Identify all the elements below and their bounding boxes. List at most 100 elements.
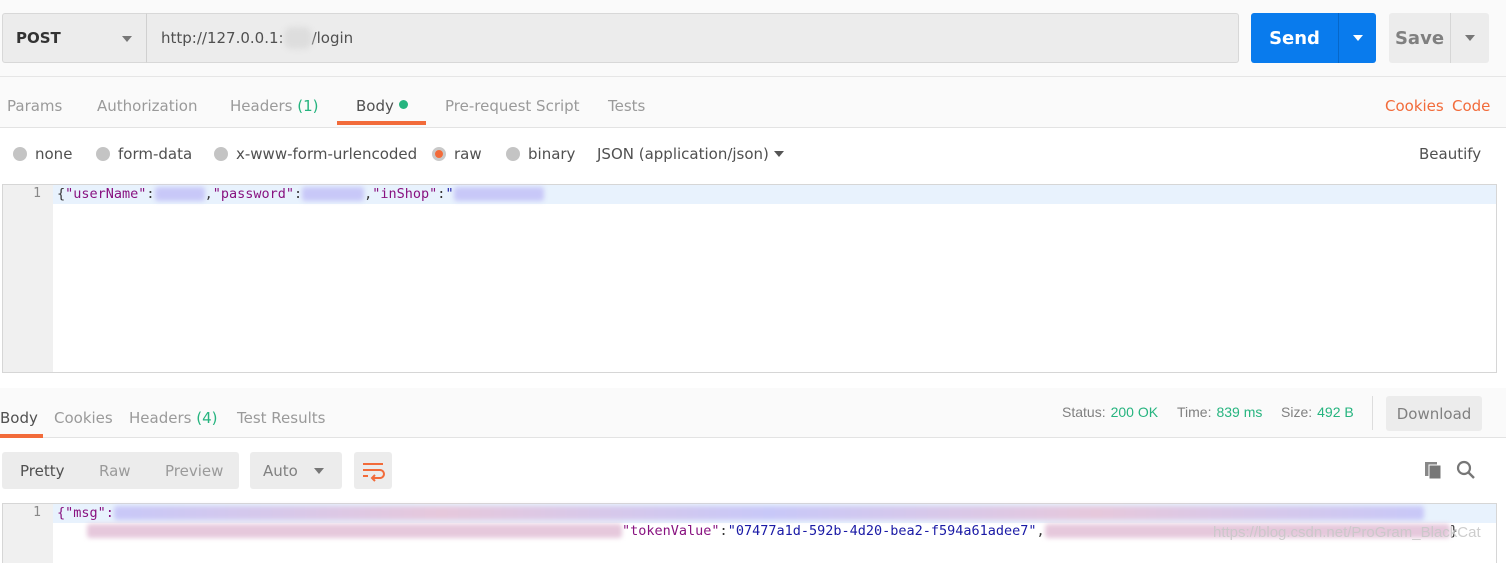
comma: , — [204, 186, 213, 202]
save-options-button[interactable] — [1450, 13, 1489, 63]
radio-icon — [214, 147, 228, 161]
url-prefix: http://127.0.0.1: — [161, 29, 284, 47]
size-label: Size: — [1281, 404, 1313, 420]
view-preview[interactable]: Preview — [165, 462, 223, 480]
send-options-button[interactable] — [1338, 13, 1376, 63]
tab-response-body[interactable]: Body — [0, 409, 38, 427]
request-body-code: {"userName": ,"password": ,"inShop":" — [57, 186, 544, 202]
radio-form-data[interactable]: form-data — [96, 145, 192, 163]
active-tab-underline — [337, 121, 426, 125]
chevron-down-icon — [1353, 35, 1363, 41]
radio-label: x-www-form-urlencoded — [236, 145, 418, 163]
radio-none[interactable]: none — [13, 145, 72, 163]
radio-raw[interactable]: raw — [432, 145, 482, 163]
headers-count: (1) — [297, 97, 319, 115]
tab-response-headers[interactable]: Headers (4) — [129, 409, 217, 427]
redacted-content — [113, 506, 1424, 520]
format-auto-select[interactable]: Auto — [250, 452, 342, 489]
redacted-value — [453, 187, 544, 201]
radio-selected-icon — [432, 147, 446, 161]
tab-pre-request-script[interactable]: Pre-request Script — [445, 97, 580, 115]
redacted-value — [154, 187, 205, 201]
time-value: 839 ms — [1216, 404, 1263, 420]
tab-headers[interactable]: Headers (1) — [230, 97, 318, 115]
json-key: "inShop" — [372, 186, 438, 202]
status-label: Status: — [1062, 404, 1106, 420]
tab-response-cookies[interactable]: Cookies — [54, 409, 113, 427]
time-label: Time: — [1177, 404, 1212, 420]
radio-x-www-form-urlencoded[interactable]: x-www-form-urlencoded — [214, 145, 417, 163]
chevron-down-icon — [314, 468, 324, 474]
format-label: JSON (application/json) — [597, 145, 769, 163]
watermark: https://blog.csdn.net/ProGram_BlackCat — [1213, 524, 1481, 541]
headers-count: (4) — [196, 409, 218, 427]
body-type-row: none form-data x-www-form-urlencoded raw… — [0, 129, 1506, 179]
line-number: 1 — [33, 186, 41, 201]
tab-test-results[interactable]: Test Results — [237, 409, 325, 427]
chevron-down-icon[interactable] — [774, 151, 784, 157]
chevron-down-icon — [122, 36, 132, 42]
tab-tests[interactable]: Tests — [608, 97, 645, 115]
redacted-port — [283, 27, 312, 49]
view-mode-group: Pretty Raw Preview — [2, 452, 239, 489]
url-suffix: /login — [311, 29, 354, 47]
json-key: "userName" — [65, 186, 147, 202]
tab-params[interactable]: Params — [7, 97, 62, 115]
tab-body-label: Body — [356, 97, 394, 115]
radio-icon — [506, 147, 520, 161]
radio-label: none — [35, 145, 73, 163]
tab-headers-label: Headers — [230, 97, 293, 115]
redacted-content — [87, 524, 622, 538]
radio-icon — [96, 147, 110, 161]
search-icon[interactable] — [1456, 460, 1476, 480]
response-bar: Body Cookies Headers (4) Test Results St… — [0, 388, 1506, 438]
tab-authorization[interactable]: Authorization — [97, 97, 197, 115]
brace: { — [57, 186, 66, 202]
wrap-icon — [363, 463, 385, 482]
token-value: "07477a1d-592b-4d20-bea2-f594a61adee7" — [727, 523, 1037, 539]
request-tabs: Params Authorization Headers (1) Body Pr… — [0, 77, 1506, 128]
send-button[interactable]: Send — [1251, 13, 1376, 63]
active-tab-underline — [0, 434, 43, 438]
colon: : — [293, 186, 303, 202]
code-link[interactable]: Code — [1452, 97, 1490, 115]
radio-icon — [13, 147, 27, 161]
beautify-button[interactable]: Beautify — [1419, 145, 1481, 163]
copy-icon[interactable] — [1424, 460, 1444, 480]
save-button[interactable]: Save — [1389, 13, 1489, 63]
cookies-link[interactable]: Cookies — [1385, 97, 1444, 115]
status-readout: Status: 200 OK — [1062, 404, 1158, 420]
method-select[interactable]: POST — [2, 13, 147, 63]
radio-binary[interactable]: binary — [506, 145, 575, 163]
chevron-down-icon — [1465, 35, 1475, 41]
divider — [1372, 396, 1373, 430]
send-label: Send — [1269, 27, 1320, 49]
radio-label: raw — [454, 145, 482, 163]
download-button[interactable]: Download — [1386, 396, 1482, 431]
save-label: Save — [1394, 27, 1445, 49]
status-value: 200 OK — [1110, 404, 1159, 420]
url-input[interactable]: http://127.0.0.1: /login — [146, 13, 1239, 63]
format-select[interactable]: JSON (application/json) — [597, 145, 769, 163]
method-label: POST — [16, 29, 61, 47]
view-pretty[interactable]: Pretty — [20, 462, 65, 480]
size-value: 492 B — [1317, 404, 1354, 420]
redacted-value — [302, 187, 365, 201]
line-number: 1 — [33, 505, 41, 520]
wrap-lines-button[interactable] — [354, 452, 392, 489]
json-key: "tokenValue" — [622, 523, 720, 539]
json-key: {"msg": — [57, 505, 114, 521]
body-indicator-dot — [398, 100, 408, 109]
colon: : — [146, 186, 155, 202]
view-raw[interactable]: Raw — [99, 462, 131, 480]
size-readout: Size: 492 B — [1281, 404, 1354, 420]
time-readout: Time: 839 ms — [1177, 404, 1262, 420]
tab-label: Headers — [129, 409, 192, 427]
tab-body[interactable]: Body — [356, 97, 408, 115]
quote: " — [445, 186, 454, 202]
radio-label: form-data — [118, 145, 193, 163]
request-body-editor[interactable]: 1 {"userName": ,"password": ,"inShop":" — [2, 184, 1497, 373]
radio-label: binary — [528, 145, 576, 163]
json-key: "password" — [212, 186, 294, 202]
response-line-1: {"msg": — [57, 505, 1424, 521]
